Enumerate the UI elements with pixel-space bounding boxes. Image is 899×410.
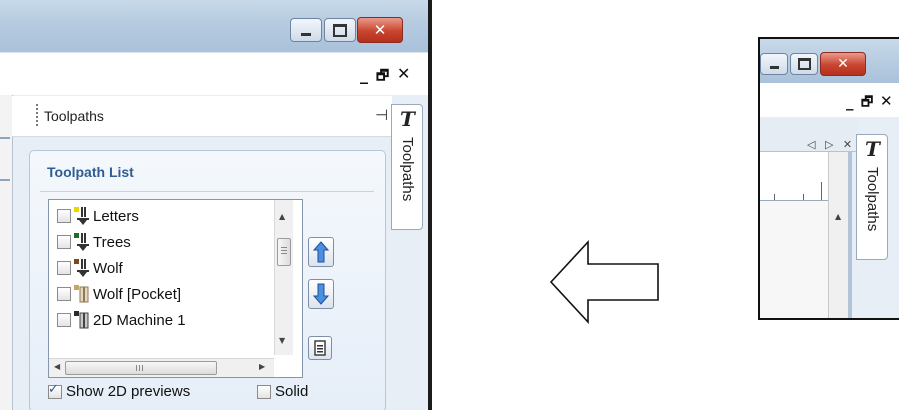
tab-toolpaths[interactable]: T Toolpaths bbox=[391, 104, 423, 230]
panel-edge bbox=[848, 152, 852, 318]
list-item[interactable]: Letters bbox=[49, 204, 139, 228]
document-icon bbox=[314, 340, 326, 356]
large-window-screenshot: ✕ _ 🗗 ✕ Toolpaths ⊣ T Toolpaths Toolpath… bbox=[0, 0, 432, 410]
solid-label: Solid bbox=[275, 383, 309, 400]
arrow-down-icon bbox=[313, 283, 329, 305]
maximize-icon bbox=[797, 58, 811, 70]
checkmark-icon: ✓ bbox=[48, 381, 59, 397]
toolpaths-tab-icon: T bbox=[865, 137, 880, 161]
toolpath-list[interactable]: Letters Trees Wolf Wolf [Pocket] 2D Mach… bbox=[48, 199, 303, 378]
window-close-button[interactable]: ✕ bbox=[820, 52, 866, 76]
panel-grip[interactable] bbox=[36, 104, 38, 128]
list-item-label: Wolf [Pocket] bbox=[93, 285, 182, 303]
ruler bbox=[760, 152, 829, 201]
pocket-icon bbox=[73, 284, 91, 304]
tab-label: Toolpaths bbox=[399, 137, 416, 202]
list-item[interactable]: 2D Machine 1 bbox=[49, 308, 186, 332]
move-down-button[interactable] bbox=[308, 279, 334, 309]
window-frame bbox=[428, 0, 432, 410]
tab-label: Toolpaths bbox=[864, 167, 881, 232]
left-arrow-icon bbox=[549, 240, 659, 324]
document-nav-controls[interactable]: ◁ ▷ ✕ bbox=[807, 138, 855, 151]
toolpath-checkbox[interactable] bbox=[57, 261, 71, 275]
horizontal-scrollbar[interactable]: ◀ ▶ bbox=[49, 358, 274, 377]
menu-bar: _ 🗗 ✕ bbox=[760, 83, 899, 117]
scroll-thumb[interactable] bbox=[65, 361, 217, 375]
scroll-right-icon[interactable]: ▶ bbox=[259, 362, 265, 371]
window-minimize-button[interactable] bbox=[760, 53, 788, 75]
vertical-scrollbar[interactable]: ▲ ▼ bbox=[274, 200, 293, 355]
arrow-up-icon bbox=[313, 241, 329, 263]
list-item[interactable]: Trees bbox=[49, 230, 131, 254]
list-item[interactable]: Wolf bbox=[49, 256, 123, 280]
vertical-scrollbar[interactable]: ▲ bbox=[828, 152, 849, 318]
toolpath-summary-button[interactable] bbox=[308, 336, 332, 360]
mdi-minimize-button[interactable]: _ bbox=[360, 65, 368, 84]
window-maximize-button[interactable] bbox=[324, 18, 356, 42]
toolpath-list-group: Toolpath List Letters Trees Wolf Wolf [P… bbox=[29, 150, 386, 410]
list-item-label: Letters bbox=[93, 207, 139, 225]
tab-toolpaths[interactable]: T Toolpaths bbox=[856, 134, 888, 260]
scroll-up-icon[interactable]: ▲ bbox=[279, 212, 285, 221]
pin-icon[interactable]: ⊣ bbox=[375, 106, 388, 124]
toolpaths-tab-icon: T bbox=[400, 107, 415, 131]
window-close-button[interactable]: ✕ bbox=[357, 17, 403, 43]
show-2d-previews-option[interactable]: ✓ Show 2D previews bbox=[48, 381, 191, 400]
maximize-icon bbox=[333, 23, 347, 37]
toolpaths-panel-header: Toolpaths ⊣ bbox=[12, 96, 392, 137]
toolpath-checkbox[interactable] bbox=[57, 235, 71, 249]
minimize-icon bbox=[301, 32, 311, 36]
minimize-icon bbox=[769, 66, 779, 69]
pocket-icon bbox=[73, 310, 91, 330]
scroll-left-icon[interactable]: ◀ bbox=[54, 362, 60, 371]
drill-down-icon bbox=[73, 232, 91, 252]
list-item-label: 2D Machine 1 bbox=[93, 311, 186, 329]
mdi-minimize-button[interactable]: _ bbox=[846, 93, 854, 111]
divider bbox=[40, 191, 374, 192]
drill-down-icon bbox=[73, 206, 91, 226]
mdi-close-button[interactable]: ✕ bbox=[397, 64, 410, 83]
show-2d-previews-checkbox[interactable]: ✓ bbox=[48, 381, 62, 399]
window-maximize-button[interactable] bbox=[790, 53, 818, 75]
scroll-up-icon[interactable]: ▲ bbox=[835, 212, 841, 221]
solid-option[interactable]: Solid bbox=[257, 383, 308, 400]
list-item-label: Trees bbox=[93, 233, 131, 251]
window-minimize-button[interactable] bbox=[290, 18, 322, 42]
move-up-button[interactable] bbox=[308, 237, 334, 267]
toolpath-checkbox[interactable] bbox=[57, 313, 71, 327]
scroll-down-icon[interactable]: ▼ bbox=[279, 336, 285, 345]
toolpath-checkbox[interactable] bbox=[57, 209, 71, 223]
group-title: Toolpath List bbox=[47, 164, 134, 180]
scroll-thumb[interactable] bbox=[277, 238, 291, 266]
small-window-screenshot: ✕ _ 🗗 ✕ ◁ ▷ ✕ ▲ T Toolpaths bbox=[758, 37, 899, 320]
mdi-close-button[interactable]: ✕ bbox=[880, 92, 893, 110]
panel-title: Toolpaths bbox=[44, 108, 104, 124]
mdi-restore-button[interactable]: 🗗 bbox=[376, 65, 389, 89]
close-icon: ✕ bbox=[373, 21, 387, 39]
close-icon: ✕ bbox=[837, 56, 849, 72]
show-2d-previews-label: Show 2D previews bbox=[66, 383, 191, 400]
list-item[interactable]: Wolf [Pocket] bbox=[49, 282, 181, 306]
solid-checkbox[interactable] bbox=[257, 384, 271, 399]
list-item-label: Wolf bbox=[93, 259, 123, 277]
drill-down-icon bbox=[73, 258, 91, 278]
document-edge bbox=[0, 95, 13, 410]
mdi-restore-button[interactable]: 🗗 bbox=[861, 93, 873, 115]
toolpath-checkbox[interactable] bbox=[57, 287, 71, 301]
menu-bar: _ 🗗 ✕ bbox=[0, 52, 428, 96]
